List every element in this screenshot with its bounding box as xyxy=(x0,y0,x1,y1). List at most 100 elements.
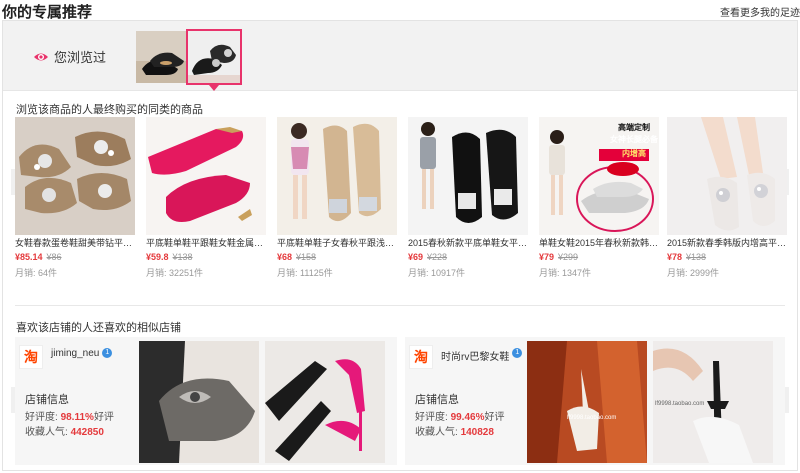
sales-value: 64件 xyxy=(38,268,58,278)
shop-name[interactable]: 时尚rv巴黎女鞋 xyxy=(441,352,509,363)
popularity-label: 收藏人气: xyxy=(25,427,68,438)
view-more-footprints-link[interactable]: 查看更多我的足迹 xyxy=(720,4,800,19)
product-original-price: ¥299 xyxy=(558,252,579,262)
shop-product-image[interactable] xyxy=(139,341,259,463)
product-image[interactable] xyxy=(408,117,528,235)
product-prices: ¥79 ¥299 xyxy=(539,252,661,263)
product-prices: ¥69 ¥228 xyxy=(408,252,530,263)
verified-badge-icon: 1 xyxy=(102,348,113,358)
eye-icon xyxy=(34,53,48,60)
popularity-value: 140828 xyxy=(460,427,494,438)
product-original-price: ¥138 xyxy=(686,252,707,262)
product-price: ¥69 xyxy=(408,252,424,262)
shop-rating: 好评度: 99.46%好评 xyxy=(415,408,504,423)
product-prices: ¥68 ¥158 xyxy=(277,252,399,263)
sales-label: 月销: xyxy=(15,268,36,278)
product-card[interactable]: 女鞋春款蛋卷鞋甜美带钻平底单... ¥85.14¥86 月销: 64件 xyxy=(15,117,137,297)
page-title: 你的专属推荐 xyxy=(2,4,93,21)
similar-products-title: 浏览该商品的人最终购买的同类的商品 xyxy=(16,104,203,116)
product-price: ¥78 xyxy=(667,252,683,262)
product-card[interactable]: 高端定制 女神长腿必备 内增高 单鞋女鞋2015年春秋新款韩版潮... ¥79¥… xyxy=(539,117,661,297)
product-original-price: ¥158 xyxy=(296,252,317,262)
promo-line-2: 女神长腿必备 xyxy=(610,135,658,144)
shop-name-row: 时尚rv巴黎女鞋 1 xyxy=(441,348,523,363)
taobao-logo[interactable]: 淘 xyxy=(19,345,43,369)
browsed-label: 您浏览过 xyxy=(54,50,107,65)
sales-value: 11125件 xyxy=(300,268,333,278)
product-price: ¥68 xyxy=(277,252,293,262)
shop-rating: 好评度: 98.11%好评 xyxy=(25,408,114,423)
rhinestone-pointed-flats-image xyxy=(667,117,787,235)
product-card[interactable]: 平底鞋单鞋平跟鞋女鞋金属头尖... ¥59.8¥138 月销: 32251件 xyxy=(146,117,268,297)
taobao-logo[interactable]: 淘 xyxy=(409,345,433,369)
rating-suffix: 好评 xyxy=(484,412,505,423)
product-original-price: ¥138 xyxy=(172,252,193,262)
shop-card[interactable]: 淘 jiming_neu 1 店铺信息 好评度: 98.11%好评 收藏人气: 4… xyxy=(15,337,397,465)
sales-label: 月销: xyxy=(277,268,298,278)
shop-card[interactable]: 淘 时尚rv巴黎女鞋 1 店铺信息 好评度: 99.46%好评 收藏人气: 140… xyxy=(405,337,785,465)
shop-watermark: lf9998.taobao.com xyxy=(567,415,617,421)
pink-heels-image xyxy=(265,341,385,463)
sales-label: 月销: xyxy=(539,268,560,278)
selected-thumbnail-pointer xyxy=(209,85,219,91)
product-name[interactable]: 女鞋春款蛋卷鞋甜美带钻平底单... xyxy=(15,238,135,249)
product-sales: 月销: 64件 xyxy=(15,268,137,279)
shop-popularity: 收藏人气: 442850 xyxy=(25,423,104,438)
product-price: ¥85.14 xyxy=(15,252,43,262)
product-name[interactable]: 平底鞋单鞋平跟鞋女鞋金属头尖... xyxy=(146,238,266,249)
product-original-price: ¥228 xyxy=(427,252,448,262)
browsed-history-bar: 您浏览过 xyxy=(3,21,797,91)
product-name[interactable]: 2015春秋新款平底单鞋女平跟软... xyxy=(408,238,528,249)
sales-label: 月销: xyxy=(146,268,167,278)
product-image[interactable] xyxy=(667,117,787,235)
similar-shops-title: 喜欢该店铺的人还喜欢的相似店铺 xyxy=(16,322,181,334)
recommendation-header: 你的专属推荐 查看更多我的足迹 xyxy=(0,0,800,21)
rhinestone-flats-image xyxy=(188,31,240,83)
product-sales: 月销: 11125件 xyxy=(277,268,399,279)
shop-name-row: jiming_neu 1 xyxy=(51,348,113,359)
product-name[interactable]: 单鞋女鞋2015年春秋新款韩版潮... xyxy=(539,238,659,249)
similar-products-carousel: 女鞋春款蛋卷鞋甜美带钻平底单... ¥85.14¥86 月销: 64件 平底鞋单… xyxy=(15,117,787,297)
recommendation-panel: 您浏览过 浏览该商品的人最终购买的同类的商品 ‹ › xyxy=(2,20,798,471)
product-card[interactable]: 2015新款春季韩版内增高平跟尖... ¥78¥138 月销: 2999件 xyxy=(667,117,789,297)
product-price: ¥79 xyxy=(539,252,555,262)
quilted-flats-model-image xyxy=(277,117,397,235)
sales-value: 10917件 xyxy=(431,268,466,278)
product-card[interactable]: 2015春秋新款平底单鞋女平跟软... ¥69¥228 月销: 10917件 xyxy=(408,117,530,297)
product-image[interactable]: 高端定制 女神长腿必备 内增高 xyxy=(539,117,659,235)
sales-label: 月销: xyxy=(408,268,429,278)
rhinestone-loafers-image xyxy=(15,117,135,235)
browsed-thumbnail-1[interactable] xyxy=(136,31,188,83)
browsed-label-group: 您浏览过 xyxy=(33,47,106,66)
rating-label: 好评度: xyxy=(415,412,448,423)
product-name[interactable]: 2015新款春季韩版内增高平跟尖... xyxy=(667,238,787,249)
product-prices: ¥59.8 ¥138 xyxy=(146,252,268,263)
promo-banner: 高端定制 女神长腿必备 内增高 xyxy=(605,123,663,159)
sales-value: 32251件 xyxy=(169,268,204,278)
shop-product-image[interactable]: lf9998.taobao.com xyxy=(527,341,647,463)
sales-label: 月销: xyxy=(667,268,688,278)
shop-product-image[interactable]: lf9998.taobao.com xyxy=(653,341,773,463)
product-name[interactable]: 平底鞋单鞋子女春秋平跟浅口水... xyxy=(277,238,397,249)
rating-suffix: 好评 xyxy=(93,412,114,423)
product-image[interactable] xyxy=(277,117,397,235)
product-prices: ¥85.14 ¥86 xyxy=(15,252,137,263)
shop-watermark: lf9998.taobao.com xyxy=(655,401,705,407)
browsed-thumbnail-2-selected[interactable] xyxy=(186,29,242,85)
rating-label: 好评度: xyxy=(25,412,58,423)
product-original-price: ¥86 xyxy=(46,252,62,262)
shop-name[interactable]: jiming_neu xyxy=(51,348,99,359)
shop-product-image[interactable] xyxy=(265,341,385,463)
verified-badge-icon: 1 xyxy=(512,348,523,358)
section-divider xyxy=(15,305,785,306)
rating-value: 99.46% xyxy=(450,412,485,423)
sales-value: 2999件 xyxy=(690,268,720,278)
popularity-value: 442850 xyxy=(70,427,104,438)
rating-value: 98.11% xyxy=(60,412,94,423)
product-image[interactable] xyxy=(15,117,135,235)
promo-line-1: 高端定制 xyxy=(618,123,650,132)
shop-info-title: 店铺信息 xyxy=(415,394,459,406)
product-image[interactable] xyxy=(146,117,266,235)
product-prices: ¥78 ¥138 xyxy=(667,252,789,263)
product-card[interactable]: 平底鞋单鞋子女春秋平跟浅口水... ¥68¥158 月销: 11125件 xyxy=(277,117,399,297)
